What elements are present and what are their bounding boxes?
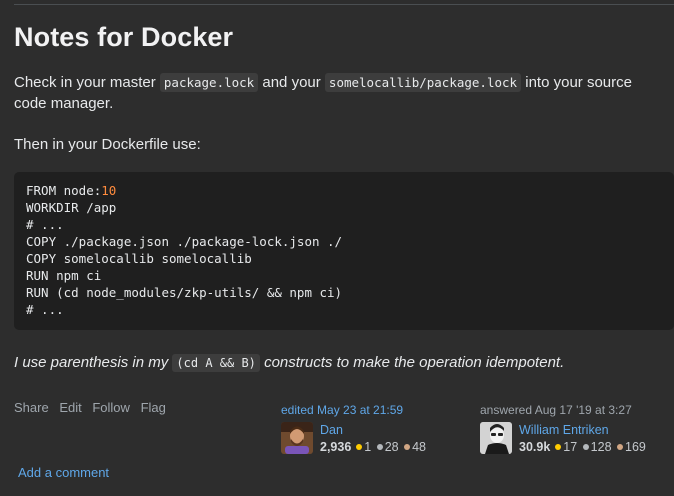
- author-name-link[interactable]: William Entriken: [519, 422, 646, 439]
- paragraph-parenthesis: I use parenthesis in my (cd A && B) cons…: [14, 352, 564, 374]
- silver-badge-icon: [376, 444, 383, 451]
- code-line: COPY somelocallib somelocallib: [26, 251, 252, 266]
- reputation-score: 2,936: [320, 440, 352, 454]
- gold-count: 1: [364, 440, 372, 454]
- author-usercard: William Entriken 30.9k 17 128 169: [480, 422, 646, 456]
- code-text: FROM node:: [26, 183, 102, 198]
- silver-count: 28: [384, 440, 399, 454]
- top-divider: [14, 4, 674, 5]
- paragraph-checkin: Check in your master package.lock and yo…: [14, 72, 664, 114]
- avatar[interactable]: [480, 422, 512, 454]
- inline-code-cd: (cd A && B): [172, 354, 260, 372]
- bronze-count: 169: [625, 440, 646, 454]
- bronze-count: 48: [412, 440, 427, 454]
- gold-badge-icon: [555, 444, 562, 451]
- avatar[interactable]: [281, 422, 313, 454]
- editor-usercard: Dan 2,936 1 28 48: [281, 422, 426, 456]
- code-line: RUN npm ci: [26, 268, 102, 283]
- code-line: WORKDIR /app: [26, 200, 117, 215]
- code-line: FROM node:10: [26, 183, 116, 198]
- reputation: 2,936 1 28 48: [320, 440, 426, 454]
- inline-code-somelocallib-lock: somelocallib/package.lock: [324, 73, 522, 92]
- silver-badge-icon: [582, 444, 589, 451]
- text: Check in your master: [14, 74, 160, 91]
- code-lines: FROM node:10 WORKDIR /app # ... COPY ./p…: [26, 182, 662, 318]
- add-comment-link[interactable]: Add a comment: [18, 465, 109, 480]
- editor-name-link[interactable]: Dan: [320, 422, 426, 439]
- bronze-badge-icon: [404, 444, 411, 451]
- gold-count: 17: [563, 440, 578, 454]
- code-line: # ...: [26, 302, 64, 317]
- share-link[interactable]: Share: [14, 400, 49, 415]
- code-line: COPY ./package.json ./package-lock.json …: [26, 234, 343, 249]
- silver-count: 128: [590, 440, 612, 454]
- flag-link[interactable]: Flag: [141, 400, 166, 415]
- code-line: RUN (cd node_modules/zkp-utils/ && npm c…: [26, 285, 343, 300]
- post-actions: Share Edit Follow Flag: [14, 400, 173, 415]
- reputation-score: 30.9k: [519, 440, 551, 454]
- code-number: 10: [101, 183, 117, 198]
- answer-heading: Notes for Docker: [14, 22, 234, 52]
- text: constructs to make the operation idempot…: [259, 354, 565, 371]
- reputation: 30.9k 17 128 169: [519, 440, 646, 454]
- answered-timestamp: answered Aug 17 '19 at 3:27: [480, 403, 632, 417]
- paragraph-dockerfile: Then in your Dockerfile use:: [14, 136, 201, 153]
- bronze-badge-icon: [617, 444, 624, 451]
- text: and your: [258, 74, 325, 91]
- code-line: # ...: [26, 217, 64, 232]
- inline-code-package-lock: package.lock: [159, 73, 259, 92]
- gold-badge-icon: [356, 444, 363, 451]
- follow-link[interactable]: Follow: [92, 400, 130, 415]
- edited-timestamp-link[interactable]: edited May 23 at 21:59: [281, 403, 403, 417]
- dockerfile-code-block[interactable]: FROM node:10 WORKDIR /app # ... COPY ./p…: [14, 172, 674, 330]
- edit-link[interactable]: Edit: [59, 400, 81, 415]
- text: I use parenthesis in my: [14, 354, 173, 371]
